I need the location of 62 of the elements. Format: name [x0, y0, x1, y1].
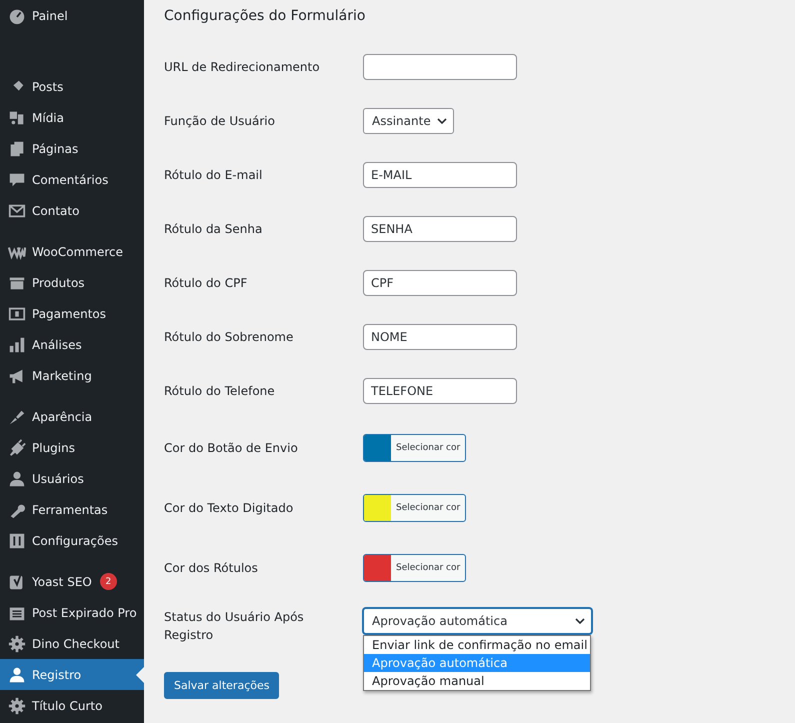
color-picker-button[interactable]: Selecionar cor — [363, 554, 466, 582]
sidebar-item[interactable]: Post Expirado Pro — [0, 597, 144, 628]
text-field[interactable]: SENHA — [363, 216, 517, 242]
gear-icon — [8, 634, 26, 652]
field-label: Rótulo do Sobrenome — [164, 329, 294, 346]
sidebar-item[interactable]: WooCommerce — [0, 236, 144, 267]
field-label: Função de Usuário — [164, 113, 276, 130]
dropdown-option[interactable]: Enviar link de confirmação no email — [364, 636, 590, 654]
text-field[interactable]: E-MAIL — [363, 162, 517, 188]
color-picker-button[interactable]: Selecionar cor — [363, 494, 466, 522]
sidebar-item[interactable]: Contato — [0, 195, 144, 226]
field-label: Cor do Texto Digitado — [164, 500, 294, 517]
sidebar-item[interactable]: Posts — [0, 71, 144, 102]
notification-count: 2 — [100, 573, 117, 590]
sidebar-item[interactable]: Mídia — [0, 102, 144, 133]
sidebar-item[interactable]: Yoast SEO 2 — [0, 566, 144, 597]
text-field[interactable]: NOME — [363, 324, 517, 350]
sidebar-item[interactable]: Análises — [0, 329, 144, 360]
field-label: Cor do Botão de Envio — [164, 440, 299, 457]
gear-icon — [8, 696, 26, 714]
pages-icon — [8, 140, 26, 158]
select-dropdown[interactable]: Aprovação automática — [363, 608, 592, 634]
gauge-icon — [8, 6, 26, 24]
envelope-icon — [8, 202, 26, 220]
speech-bubble-icon — [8, 170, 26, 188]
field-label: Status do Usuário Após Registro — [164, 609, 305, 644]
sidebar-item[interactable]: Pagamentos — [0, 298, 144, 329]
field-label: Rótulo da Senha — [164, 221, 264, 238]
user-icon — [8, 470, 26, 488]
sidebar-item[interactable]: Painel — [0, 0, 144, 31]
text-field[interactable]: CPF — [363, 270, 517, 296]
field-label: Rótulo do Telefone — [164, 383, 276, 400]
media-icon — [8, 108, 26, 126]
sidebar-item[interactable]: Usuários — [0, 463, 144, 494]
chevron-down-icon — [436, 118, 447, 124]
sidebar-item[interactable]: Título Curto — [0, 690, 144, 721]
sidebar-item[interactable]: Páginas — [0, 133, 144, 164]
sidebar-item[interactable]: Configurações — [0, 525, 144, 556]
bar-chart-icon — [8, 336, 26, 354]
field-label: Rótulo do E-mail — [164, 167, 264, 184]
save-button[interactable]: Salvar alterações — [164, 672, 280, 699]
color-picker-button[interactable]: Selecionar cor — [363, 434, 466, 462]
current-page-pointer — [136, 667, 144, 683]
sidebar-item[interactable]: Comentários — [0, 164, 144, 195]
sidebar-item[interactable]: Plugins — [0, 432, 144, 463]
user-icon — [8, 666, 26, 684]
section-title: Configurações do Formulário — [164, 8, 366, 24]
sidebar-item[interactable]: Registro — [0, 659, 144, 690]
sidebar-item[interactable]: Aparência — [0, 401, 144, 432]
select-dropdown[interactable]: Assinante — [363, 108, 454, 134]
text-field[interactable] — [363, 54, 517, 80]
plug-icon — [8, 438, 26, 456]
sidebar-item[interactable]: Marketing — [0, 360, 144, 391]
text-field[interactable]: TELEFONE — [363, 378, 517, 404]
field-label: Rótulo do CPF — [164, 275, 248, 292]
field-label: URL de Redirecionamento — [164, 59, 321, 76]
sidebar-item[interactable]: Produtos — [0, 267, 144, 298]
chevron-down-icon — [575, 618, 585, 624]
dropdown-option[interactable]: Aprovação manual — [364, 672, 590, 690]
sidebar-item[interactable]: Dino Checkout — [0, 628, 144, 659]
field-label: Cor dos Rótulos — [164, 560, 259, 577]
sidebar-item[interactable]: Ferramentas — [0, 494, 144, 525]
